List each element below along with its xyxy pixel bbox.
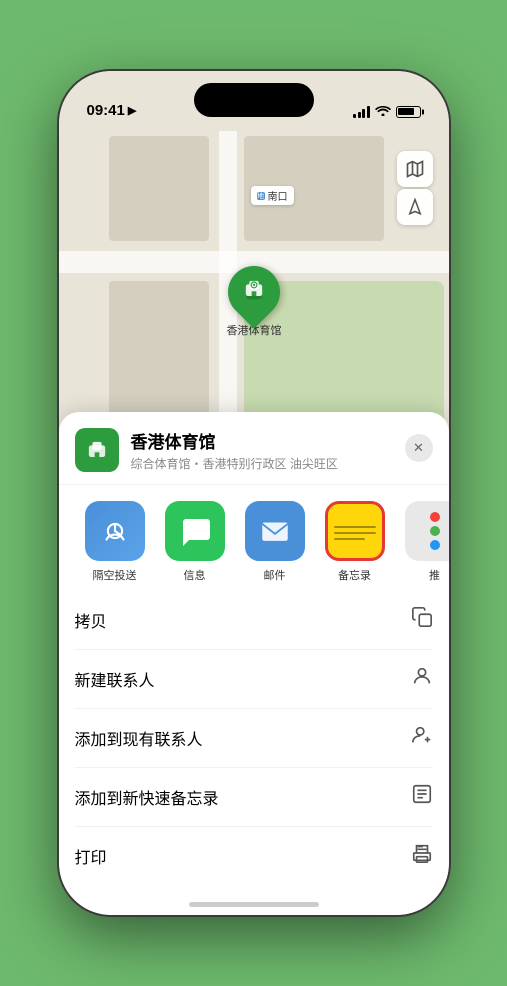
action-add-note[interactable]: 添加到新快速备忘录: [75, 768, 433, 827]
venue-name: 香港体育馆: [131, 428, 433, 453]
map-station-label: 地 南口: [251, 186, 294, 205]
more-dots: [430, 512, 440, 550]
bottom-sheet: 香港体育馆 综合体育馆・香港特别行政区 油尖旺区 ✕ 隔空: [59, 412, 449, 915]
map-block-1: [109, 136, 209, 241]
status-time: 09:41 ▶: [87, 102, 137, 119]
mail-label: 邮件: [264, 567, 286, 583]
share-item-messages[interactable]: 信息: [155, 501, 235, 583]
more-label: 推: [429, 567, 440, 583]
new-contact-label: 新建联系人: [75, 667, 155, 691]
copy-label: 拷贝: [75, 608, 107, 632]
location-pin: 香港体育馆: [227, 266, 282, 338]
action-list: 拷贝 新建联系人: [59, 591, 449, 885]
map-controls: [397, 151, 433, 225]
copy-icon: [411, 606, 433, 634]
home-indicator: [189, 902, 319, 907]
share-item-airdrop[interactable]: 隔空投送: [75, 501, 155, 583]
pin-inner-icon: [240, 275, 268, 309]
status-icons: [353, 104, 421, 119]
venue-info: 香港体育馆 综合体育馆・香港特别行政区 油尖旺区: [131, 428, 433, 472]
signal-bars-icon: [353, 106, 370, 118]
close-button[interactable]: ✕: [405, 434, 433, 462]
notes-line-3: [334, 538, 366, 540]
pin-circle: [217, 255, 291, 329]
location-button[interactable]: [397, 189, 433, 225]
dynamic-island: [194, 83, 314, 117]
action-new-contact[interactable]: 新建联系人: [75, 650, 433, 709]
messages-label: 信息: [184, 567, 206, 583]
battery-fill: [398, 108, 414, 115]
person-icon: [411, 665, 433, 693]
airdrop-label: 隔空投送: [93, 567, 137, 583]
notes-lines: [328, 518, 382, 544]
notes-label: 备忘录: [338, 567, 371, 583]
person-add-icon: [411, 724, 433, 752]
airdrop-icon: [85, 501, 145, 561]
print-label: 打印: [75, 844, 107, 868]
action-copy[interactable]: 拷贝: [75, 591, 433, 650]
phone-screen: 09:41 ▶: [59, 71, 449, 915]
share-item-more[interactable]: 推: [395, 501, 449, 583]
action-print[interactable]: 打印: [75, 827, 433, 885]
battery-icon: [396, 106, 421, 118]
messages-icon: [165, 501, 225, 561]
share-row: 隔空投送 信息: [59, 485, 449, 591]
share-item-notes[interactable]: 备忘录: [315, 501, 395, 583]
notes-line-1: [334, 526, 376, 528]
venue-subtitle: 综合体育馆・香港特别行政区 油尖旺区: [131, 455, 433, 472]
wifi-icon: [375, 104, 391, 119]
add-note-label: 添加到新快速备忘录: [75, 785, 219, 809]
more-icon: [405, 501, 449, 561]
location-arrow-icon: ▶: [128, 104, 136, 117]
notes-line-2: [334, 532, 376, 534]
map-type-button[interactable]: [397, 151, 433, 187]
map-label-dot: 地: [257, 192, 265, 200]
action-add-existing[interactable]: 添加到现有联系人: [75, 709, 433, 768]
venue-icon: [75, 428, 119, 472]
share-item-mail[interactable]: 邮件: [235, 501, 315, 583]
time-label: 09:41: [87, 102, 125, 119]
mail-icon: [245, 501, 305, 561]
map-label-text: 南口: [268, 188, 288, 203]
sheet-header: 香港体育馆 综合体育馆・香港特别行政区 油尖旺区 ✕: [59, 412, 449, 485]
print-icon: [411, 842, 433, 870]
notes-icon: [325, 501, 385, 561]
add-existing-label: 添加到现有联系人: [75, 726, 203, 750]
note-icon: [411, 783, 433, 811]
phone-shell: 09:41 ▶: [59, 71, 449, 915]
